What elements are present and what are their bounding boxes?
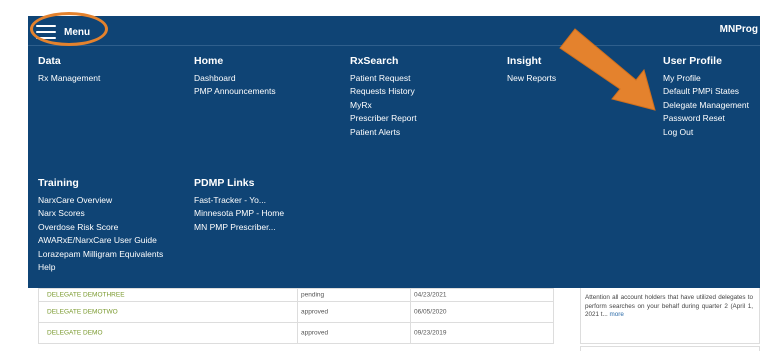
delegate-date: 06/05/2020 xyxy=(414,308,447,316)
menu-column-training: Training NarxCare Overview Narx Scores O… xyxy=(38,177,163,274)
delegate-date: 09/23/2019 xyxy=(414,329,447,337)
menu-item-fast-tracker[interactable]: Fast-Tracker - Yo... xyxy=(194,194,284,207)
menu-item-lorazepam-equivalents[interactable]: Lorazepam Milligram Equivalents xyxy=(38,248,163,261)
navigation-menu: Menu MNProg Data Rx Management Home Dash… xyxy=(28,16,760,288)
menu-item-narxcare-overview[interactable]: NarxCare Overview xyxy=(38,194,163,207)
menu-heading-data: Data xyxy=(38,55,61,67)
delegate-name-link[interactable]: DELEGATE DEMOTHREE xyxy=(47,292,125,299)
menu-label: Menu xyxy=(64,26,91,38)
menu-item-patient-alerts[interactable]: Patient Alerts xyxy=(350,126,417,139)
brand-title: MNProg xyxy=(719,24,758,35)
menu-heading-insight: Insight xyxy=(507,55,542,67)
secondary-panel xyxy=(580,346,760,351)
menu-item-pmp-announcements[interactable]: PMP Announcements xyxy=(194,85,276,98)
delegate-name-link[interactable]: DELEGATE DEMOTWO xyxy=(47,309,118,316)
menu-item-mn-pmp-prescriber[interactable]: MN PMP Prescriber... xyxy=(194,221,284,234)
delegate-status: approved xyxy=(301,308,329,316)
menu-heading-rxsearch: RxSearch xyxy=(350,55,399,67)
menu-heading-training: Training xyxy=(38,177,79,189)
menu-toggle-button[interactable]: Menu xyxy=(36,21,90,43)
hamburger-icon xyxy=(36,25,56,39)
menu-item-help[interactable]: Help xyxy=(38,261,163,274)
delegate-status: pending xyxy=(301,291,325,299)
menu-item-requests-history[interactable]: Requests History xyxy=(350,85,417,98)
menu-heading-user-profile: User Profile xyxy=(663,55,722,67)
menu-item-new-reports[interactable]: New Reports xyxy=(507,72,556,85)
menu-heading-home: Home xyxy=(194,55,224,67)
menu-column-rxsearch: RxSearch Patient Request Requests Histor… xyxy=(350,55,417,139)
menu-item-user-guide[interactable]: AWARxE/NarxCare User Guide xyxy=(38,234,163,247)
menu-item-myrx[interactable]: MyRx xyxy=(350,99,417,112)
table-row: DELEGATE DEMOTWO approved 06/05/2020 xyxy=(38,302,554,323)
menu-item-delegate-management[interactable]: Delegate Management xyxy=(663,99,749,112)
delegate-date: 04/23/2021 xyxy=(414,291,447,299)
menu-item-my-profile[interactable]: My Profile xyxy=(663,72,749,85)
menu-item-password-reset[interactable]: Password Reset xyxy=(663,112,749,125)
menu-item-narx-scores[interactable]: Narx Scores xyxy=(38,207,163,220)
menu-item-dashboard[interactable]: Dashboard xyxy=(194,72,276,85)
announcement-more-link[interactable]: more xyxy=(610,311,624,318)
menu-item-rx-management[interactable]: Rx Management xyxy=(38,72,100,85)
menu-heading-pdmp-links: PDMP Links xyxy=(194,177,255,189)
announcement-panel: Attention all account holders that have … xyxy=(580,288,760,344)
menu-column-user-profile: User Profile My Profile Default PMPi Sta… xyxy=(663,55,749,139)
delegate-status: approved xyxy=(301,329,329,337)
delegate-table: DELEGATE DEMOTHREE pending 04/23/2021 DE… xyxy=(38,288,554,344)
menu-column-pdmp-links: PDMP Links Fast-Tracker - Yo... Minnesot… xyxy=(194,177,284,234)
menu-item-log-out[interactable]: Log Out xyxy=(663,126,749,139)
delegate-name-link[interactable]: DELEGATE DEMO xyxy=(47,330,103,337)
menu-column-home: Home Dashboard PMP Announcements xyxy=(194,55,276,99)
top-bar: Menu MNProg xyxy=(28,16,760,46)
menu-item-overdose-risk-score[interactable]: Overdose Risk Score xyxy=(38,221,163,234)
table-row: DELEGATE DEMOTHREE pending 04/23/2021 xyxy=(38,288,554,302)
menu-item-prescriber-report[interactable]: Prescriber Report xyxy=(350,112,417,125)
menu-column-insight: Insight New Reports xyxy=(507,55,556,85)
menu-column-data: Data Rx Management xyxy=(38,55,100,85)
menu-item-minnesota-pmp-home[interactable]: Minnesota PMP - Home xyxy=(194,207,284,220)
table-row: DELEGATE DEMO approved 09/23/2019 xyxy=(38,323,554,344)
page: DELEGATE DEMOTHREE pending 04/23/2021 DE… xyxy=(0,0,760,351)
menu-item-default-pmpi-states[interactable]: Default PMPi States xyxy=(663,85,749,98)
menu-item-patient-request[interactable]: Patient Request xyxy=(350,72,417,85)
